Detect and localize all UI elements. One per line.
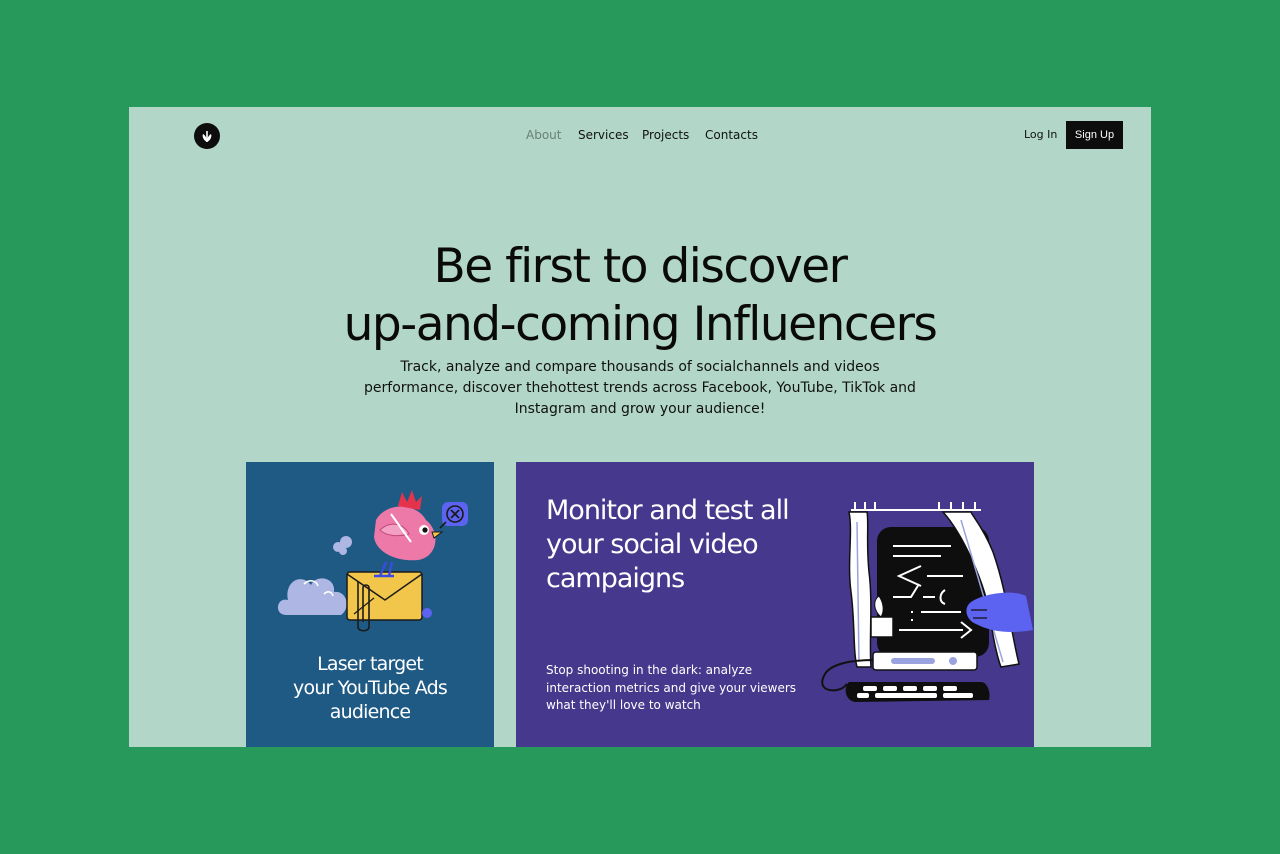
body-line1: Stop shooting in the dark: analyze — [546, 663, 753, 677]
monitor-heading: Monitor and test all your social video c… — [546, 494, 836, 596]
heading-line3: campaigns — [546, 563, 685, 594]
heading-line1: Monitor and test all — [546, 495, 790, 526]
login-link[interactable]: Log In — [1024, 128, 1057, 141]
caption-line2: your YouTube Ads — [293, 677, 448, 699]
hero-title: Be first to discover up-and-coming Influ… — [129, 238, 1151, 354]
nav-item-services[interactable]: Services — [578, 128, 629, 142]
caption-line1: Laser target — [317, 653, 424, 675]
body-line2: interaction metrics and give your viewer… — [546, 680, 797, 695]
nav-item-contacts[interactable]: Contacts — [705, 128, 758, 142]
body-line3: what they'll love to watch — [546, 698, 701, 712]
nav-item-projects[interactable]: Projects — [642, 128, 689, 142]
hero-title-line2: up-and-coming Influencers — [343, 297, 938, 353]
youtube-ads-card[interactable]: Laser target your YouTube Ads audience — [246, 462, 494, 747]
monitor-campaigns-card[interactable]: Monitor and test all your social video c… — [516, 462, 1034, 747]
landing-page: About Services Projects Contacts Log In … — [129, 107, 1151, 747]
computer-window-illustration — [821, 502, 1033, 702]
main-nav: About Services Projects Contacts — [129, 128, 1151, 148]
monitor-body: Stop shooting in the dark: analyze inter… — [546, 662, 806, 715]
nav-item-about[interactable]: About — [526, 128, 561, 142]
caption-line3: audience — [329, 701, 411, 723]
youtube-ads-caption: Laser target your YouTube Ads audience — [246, 652, 494, 724]
hero-subtitle: Track, analyze and compare thousands of … — [354, 357, 926, 420]
heading-line2: your social video — [546, 529, 759, 560]
hero-subtitle-line2: performance, discover thehottest trends … — [364, 380, 916, 396]
bird-envelope-illustration — [277, 490, 468, 632]
hero-subtitle-line1: Track, analyze and compare thousands of … — [400, 359, 880, 375]
signup-button[interactable]: Sign Up — [1066, 121, 1123, 149]
hero-title-line1: Be first to discover — [433, 239, 848, 295]
hero-subtitle-line3: Instagram and grow your audience! — [514, 401, 766, 417]
